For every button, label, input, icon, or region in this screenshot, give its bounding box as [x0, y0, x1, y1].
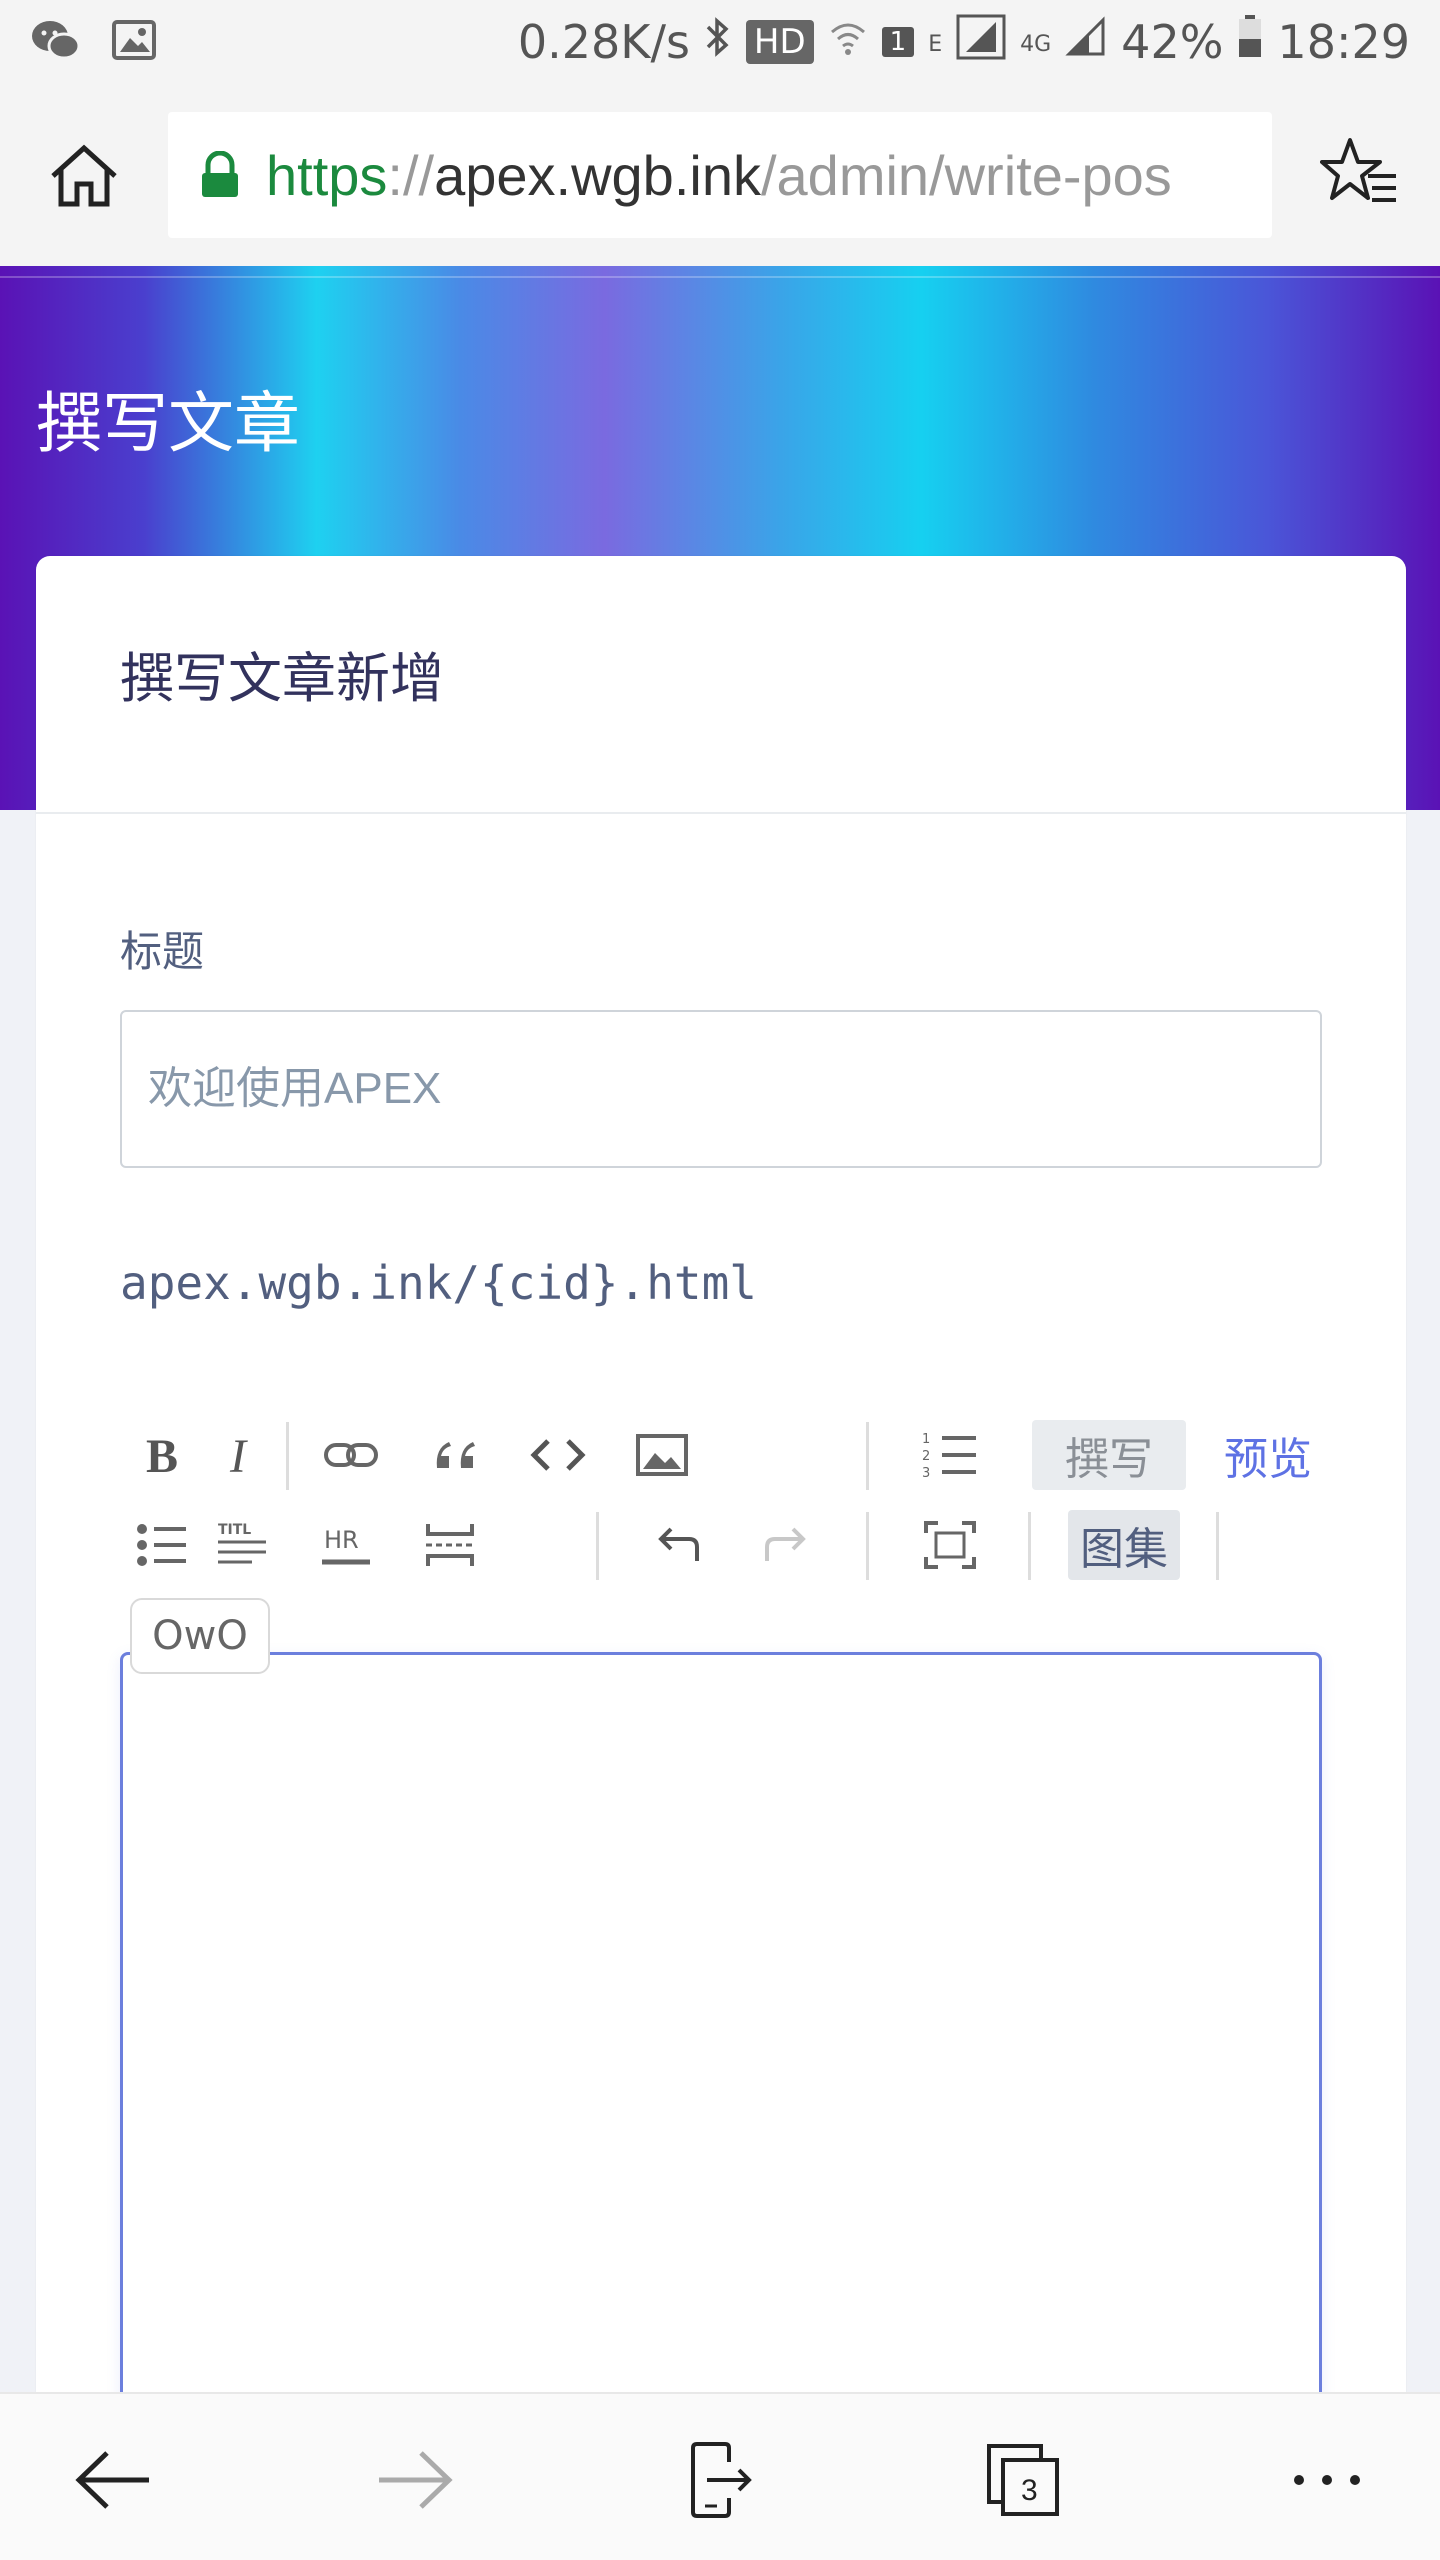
exit-icon	[691, 2442, 752, 2518]
favorites-button[interactable]	[1310, 124, 1410, 224]
title-label: 标题	[120, 927, 205, 976]
toolbar-separator	[286, 1422, 289, 1490]
browser-toolbar: https://apex.wgb.ink/admin/write-pos	[0, 84, 1440, 266]
hd-badge: HD	[745, 20, 814, 64]
url-text: https://apex.wgb.ink/admin/write-pos	[266, 143, 1172, 208]
ordered-list-icon: 1 2 3	[922, 1432, 976, 1481]
signal-icon-2	[1065, 15, 1107, 69]
image-icon	[636, 1434, 688, 1476]
toolbar-row-1: B I 123 撰写 预览	[120, 1410, 1322, 1500]
wifi-icon	[828, 15, 868, 69]
undo-button[interactable]	[640, 1510, 720, 1580]
tabs-count: 3	[1021, 2474, 1038, 2507]
write-post-card: 撰写文章新增 标题 apex.wgb.ink/{cid}.html B I	[36, 556, 1406, 2560]
page-break-icon	[426, 1524, 474, 1566]
status-bar: 0.28K/s HD 1 E 4G 42% 18:29	[0, 0, 1440, 84]
url-separator: ://	[387, 143, 435, 207]
tab-write[interactable]: 撰写	[1032, 1420, 1186, 1490]
code-icon	[530, 1439, 586, 1471]
clock: 18:29	[1277, 15, 1410, 69]
image-icon	[112, 20, 156, 64]
wechat-icon	[30, 18, 82, 66]
card-title: 撰写文章新增	[120, 647, 444, 710]
browser-bottom-nav: 3	[0, 2392, 1440, 2560]
battery-percent: 42%	[1121, 15, 1224, 69]
quote-button[interactable]	[414, 1420, 494, 1490]
url-scheme: https	[266, 143, 388, 207]
battery-icon	[1237, 14, 1263, 70]
toolbar-separator	[1216, 1512, 1219, 1580]
more-button[interactable]	[1272, 2430, 1382, 2530]
toolbar-row-2: TITL HR 图集	[120, 1500, 1322, 1590]
exit-button[interactable]	[666, 2430, 776, 2530]
toolbar-separator	[596, 1512, 599, 1580]
quote-icon	[436, 1442, 475, 1468]
redo-button[interactable]	[744, 1510, 824, 1580]
home-button[interactable]	[0, 84, 168, 266]
svg-text:2: 2	[922, 1449, 930, 1464]
fullscreen-icon	[924, 1521, 976, 1569]
ordered-list-button[interactable]: 1 2 3	[910, 1420, 990, 1490]
title-icon: TITL	[218, 1522, 266, 1564]
star-list-icon	[1320, 138, 1396, 202]
link-button[interactable]	[311, 1420, 391, 1490]
bold-button[interactable]: B	[122, 1420, 202, 1490]
hr-icon: HR	[322, 1526, 370, 1565]
back-arrow-icon	[75, 2451, 149, 2509]
sim-badge: 1	[881, 27, 915, 57]
toolbar-separator	[866, 1512, 869, 1580]
forward-arrow-icon	[379, 2451, 453, 2509]
svg-text:B: B	[146, 1432, 178, 1478]
toolbar-separator	[866, 1422, 869, 1490]
title-input[interactable]	[120, 1010, 1322, 1168]
tab-preview[interactable]: 预览	[1202, 1420, 1334, 1490]
gallery-button[interactable]: 图集	[1068, 1510, 1180, 1580]
owo-emoji-button[interactable]: OwO	[130, 1598, 270, 1674]
address-bar[interactable]: https://apex.wgb.ink/admin/write-pos	[168, 112, 1272, 238]
page-title: 撰写文章	[36, 385, 300, 462]
home-icon	[51, 144, 117, 207]
tabs-button[interactable]: 3	[968, 2430, 1078, 2530]
toolbar-separator	[1028, 1512, 1031, 1580]
more-icon	[1294, 2475, 1360, 2485]
tabs-icon: 3	[987, 2444, 1059, 2516]
back-button[interactable]	[58, 2430, 168, 2530]
fullscreen-button[interactable]	[910, 1510, 990, 1580]
bluetooth-icon	[704, 15, 732, 70]
italic-icon: I	[229, 1432, 248, 1478]
permalink-text: apex.wgb.ink/{cid}.html	[120, 1256, 757, 1310]
italic-button[interactable]: I	[202, 1420, 282, 1490]
hr-button[interactable]: HR	[306, 1510, 386, 1580]
lock-icon	[202, 151, 238, 197]
url-path: /admin/write-pos	[760, 143, 1172, 207]
bold-icon: B	[146, 1432, 178, 1478]
network-type-e: E	[928, 31, 943, 57]
code-button[interactable]	[518, 1420, 598, 1490]
svg-text:TITL: TITL	[218, 1522, 251, 1538]
network-type-4g: 4G	[1020, 31, 1052, 57]
redo-icon	[765, 1527, 806, 1561]
undo-icon	[658, 1527, 699, 1561]
unordered-list-icon	[137, 1524, 186, 1566]
url-host: apex.wgb.ink	[434, 143, 761, 207]
signal-icon	[956, 14, 1006, 71]
network-speed: 0.28K/s	[517, 15, 690, 69]
editor-toolbar: B I 123 撰写 预览 TITL HR 图集	[120, 1410, 1322, 1590]
svg-text:I: I	[229, 1432, 248, 1478]
svg-text:3: 3	[922, 1466, 930, 1481]
svg-text:1: 1	[922, 1432, 930, 1447]
image-button[interactable]	[622, 1420, 702, 1490]
page-break-button[interactable]	[410, 1510, 490, 1580]
title-button[interactable]: TITL	[202, 1510, 282, 1580]
svg-text:HR: HR	[324, 1526, 359, 1554]
link-icon	[324, 1443, 378, 1467]
forward-button[interactable]	[360, 2430, 470, 2530]
unordered-list-button[interactable]	[122, 1510, 202, 1580]
card-header: 撰写文章新增	[36, 556, 1406, 814]
